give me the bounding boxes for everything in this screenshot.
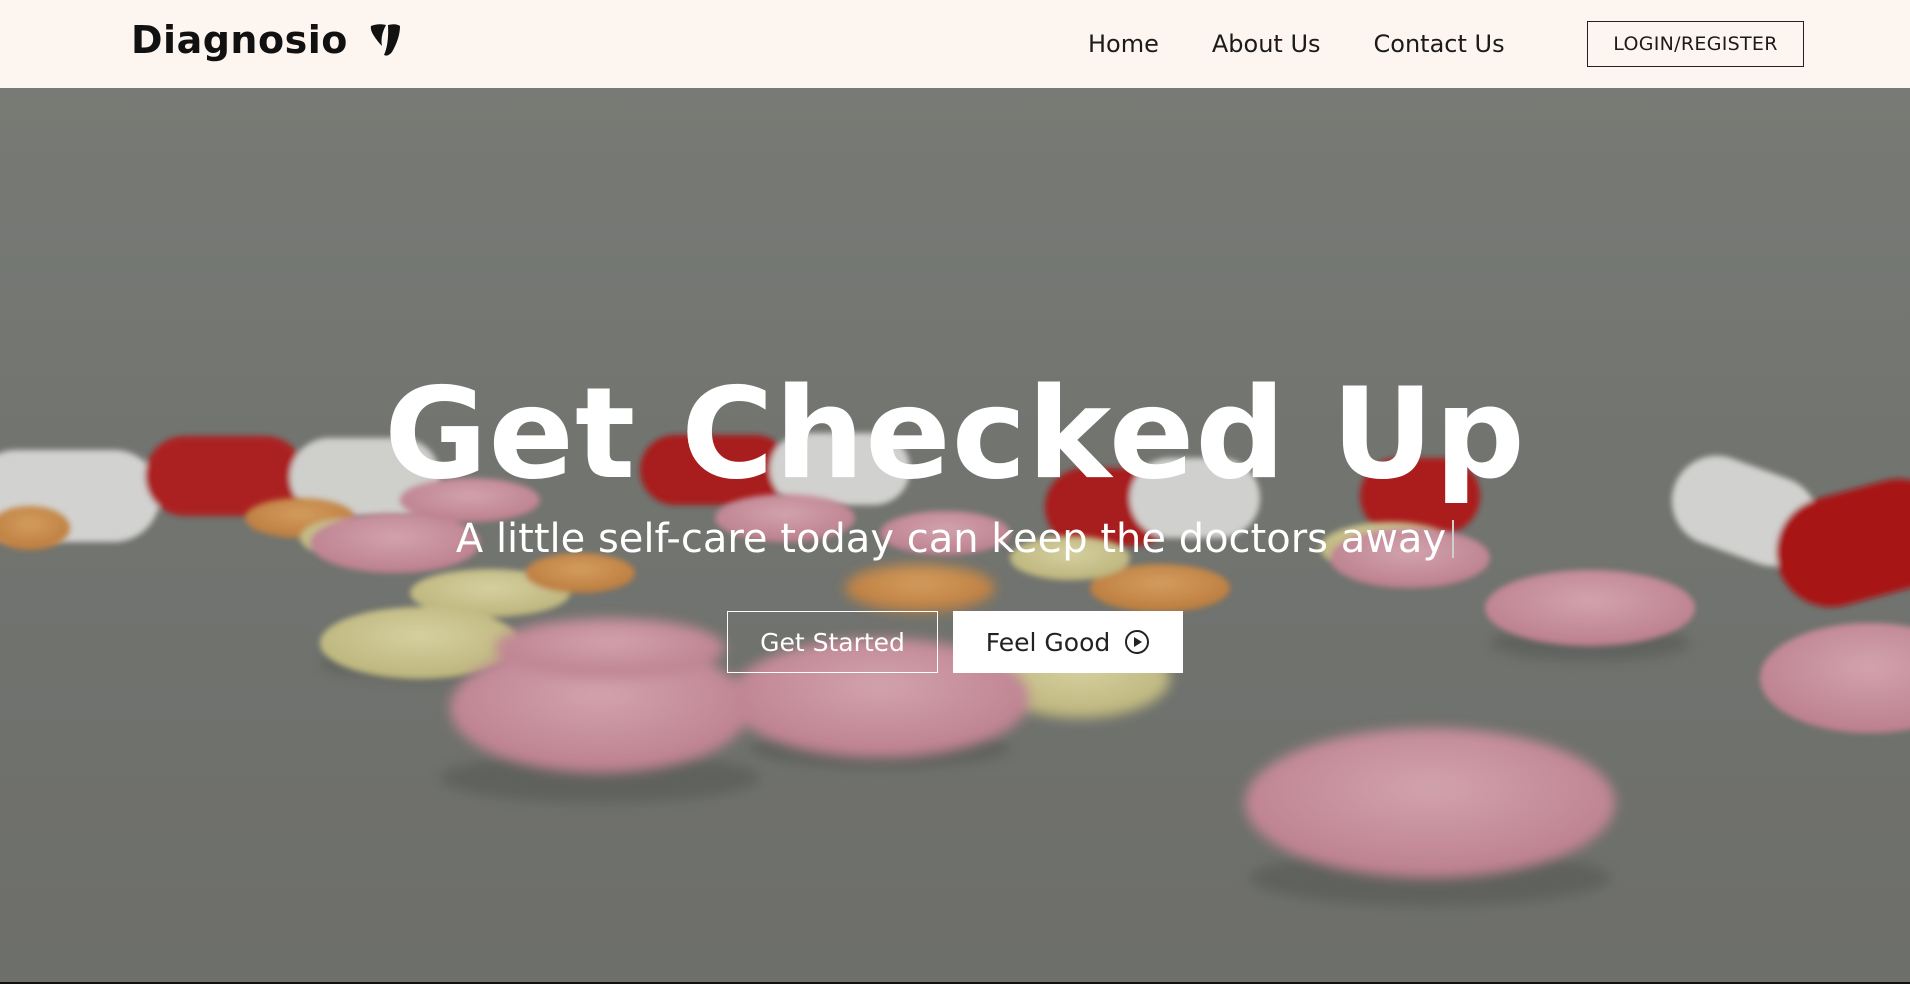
nav-contact-link[interactable]: Contact Us (1374, 30, 1505, 58)
hero-subtitle: A little self-care today can keep the do… (455, 516, 1447, 562)
nav-links: Home About Us Contact Us (1088, 0, 1558, 88)
brand[interactable]: Diagnosio (131, 18, 402, 62)
hero-subtitle-wrap: A little self-care today can keep the do… (0, 516, 1910, 562)
brand-name: Diagnosio (131, 18, 348, 62)
nav-about-link[interactable]: About Us (1212, 30, 1321, 58)
play-circle-icon (1125, 630, 1150, 654)
typo3-logo-icon (370, 24, 400, 56)
get-started-button[interactable]: Get Started (727, 611, 938, 673)
feel-good-label: Feel Good (985, 627, 1111, 657)
get-started-label: Get Started (760, 627, 905, 657)
hero-section: Get Checked Up A little self-care today … (0, 88, 1910, 982)
hero-title: Get Checked Up (384, 360, 1526, 507)
feel-good-button[interactable]: Feel Good (953, 611, 1183, 673)
login-register-button[interactable]: LOGIN/REGISTER (1587, 21, 1804, 67)
hero-buttons: Get Started Feel Good (727, 611, 1183, 673)
typing-cursor (1452, 520, 1455, 558)
nav-home-link[interactable]: Home (1088, 30, 1159, 58)
top-navbar: Diagnosio Home About Us Contact Us LOGIN… (0, 0, 1910, 88)
